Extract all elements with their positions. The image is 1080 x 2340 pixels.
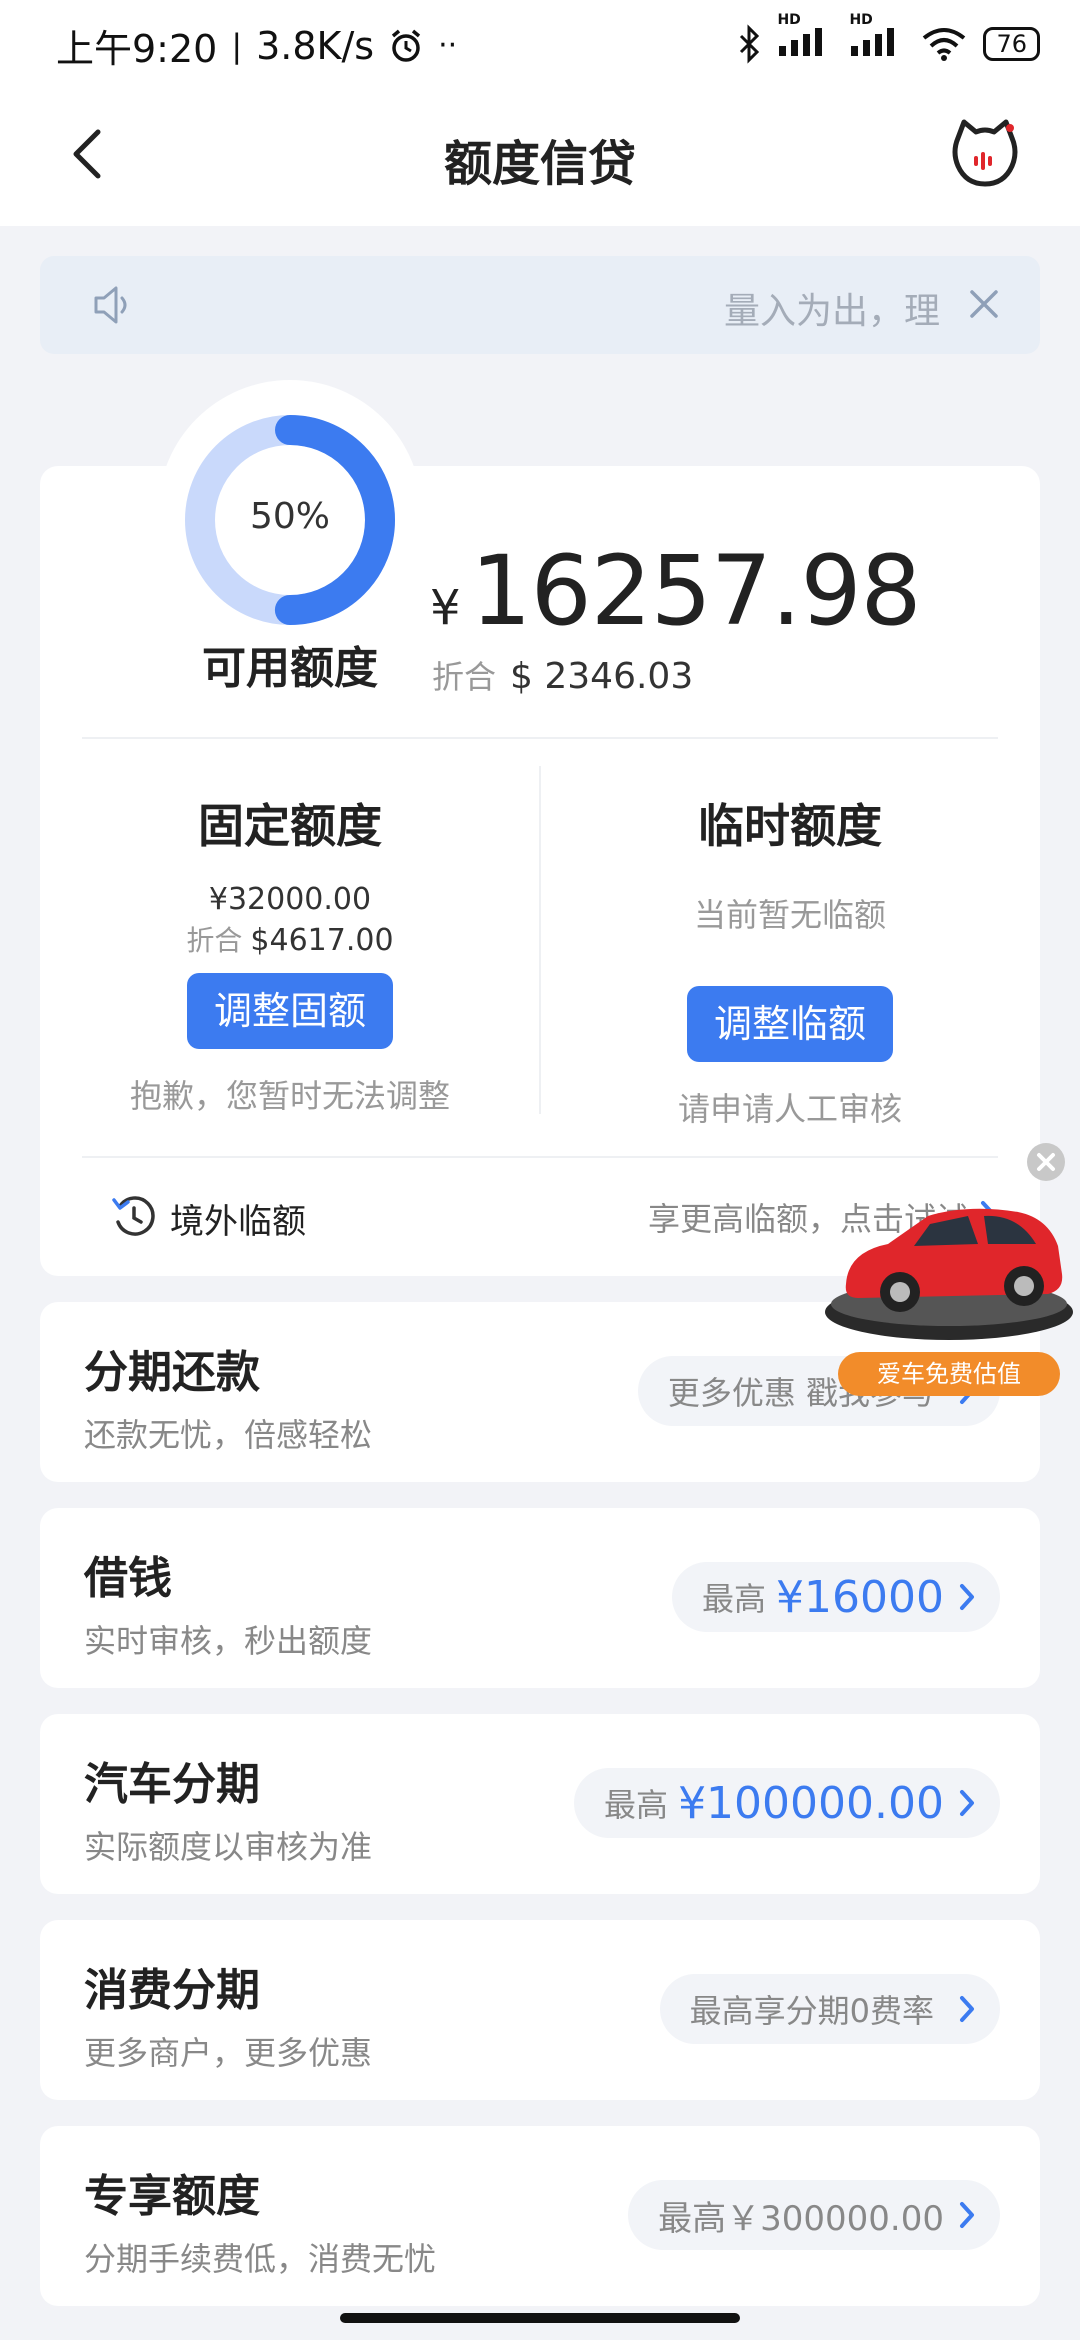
status-separator: | (231, 26, 243, 65)
product-subtitle: 更多商户，更多优惠 (84, 2034, 373, 2072)
temp-quota-note: 请申请人工审核 (677, 1090, 902, 1128)
product-card-car-installment[interactable]: 汽车分期 实际额度以审核为准 最高 ¥100000.00 (40, 1714, 1040, 1894)
product-title: 分期还款 (84, 1347, 260, 1398)
product-subtitle: 分期手续费低，消费无忧 (84, 2240, 437, 2278)
fixed-equiv-value: $4617.00 (250, 923, 394, 958)
available-credit-label: 可用额度 (202, 643, 378, 694)
available-amount: ¥ 16257.98 (430, 535, 922, 647)
divider (82, 737, 998, 739)
close-icon[interactable] (964, 284, 1004, 324)
signal-2: HD (849, 12, 905, 66)
speaker-icon (94, 286, 127, 324)
fixed-quota-title: 固定额度 (198, 799, 382, 853)
product-title: 汽车分期 (84, 1759, 260, 1810)
chevron-right-icon (960, 1790, 974, 1816)
fixed-equiv-label: 折合 (186, 924, 243, 957)
status-bar: 上午9:20 | 3.8K/s ·· HD HD 76 (0, 0, 1080, 90)
temp-quota-title: 临时额度 (698, 799, 882, 853)
equiv-value: $ 2346.03 (510, 656, 694, 697)
notice-banner[interactable]: 量入为出，理 (40, 256, 1040, 354)
overseas-quota-label: 境外临额 (170, 1202, 306, 1242)
signal-1: HD (777, 12, 833, 66)
adjust-fixed-quota-button[interactable]: 调整固额 (187, 973, 393, 1049)
amount-currency: ¥ (430, 580, 461, 636)
bluetooth-icon (740, 24, 760, 64)
product-subtitle: 还款无忧，倍感轻松 (84, 1416, 373, 1454)
clock-refresh-icon (112, 1196, 155, 1236)
hd-1-label: HD (777, 12, 801, 28)
ad-label: 爱车免费估值 (877, 1360, 1021, 1388)
pill-label: 最高 (702, 1580, 767, 1618)
equiv-label: 折合 (432, 658, 497, 696)
pill-label: 最高享分期0费率 (689, 1992, 934, 2030)
product-card-exclusive-quota[interactable]: 专享额度 分期手续费低，消费无忧 最高￥300000.00 (40, 2126, 1040, 2306)
ring-percent: 50% (249, 496, 330, 537)
battery-indicator: 76 (983, 27, 1040, 61)
product-subtitle: 实时审核，秒出额度 (84, 1622, 373, 1660)
chevron-right-icon (960, 2202, 974, 2228)
notice-text: 量入为出，理 (723, 291, 940, 332)
adjust-temp-quota-button[interactable]: 调整临额 (687, 986, 893, 1062)
pill-label: 最高 (604, 1786, 669, 1824)
alarm-icon (391, 29, 421, 62)
product-pill[interactable]: 最高 ¥100000.00 (574, 1768, 1000, 1838)
product-card-borrow[interactable]: 借钱 实时审核，秒出额度 最高 ¥16000 (40, 1508, 1040, 1688)
wifi-icon (923, 28, 966, 61)
pill-amount: ¥100000.00 (678, 1777, 944, 1829)
temp-quota-section: 临时额度 当前暂无临额 调整临额 请申请人工审核 (560, 790, 1020, 1130)
pill-amount: 最高￥300000.00 (658, 2198, 944, 2239)
status-right: HD HD 76 (737, 12, 1040, 66)
product-subtitle: 实际额度以审核为准 (84, 1828, 373, 1866)
status-left: 上午9:20 | 3.8K/s ·· (56, 18, 457, 73)
page-title: 额度信贷 (443, 136, 636, 192)
fixed-quota-section: 固定额度 ¥32000.00 折合 $4617.00 调整固额 抱歉，您暂时无法调… (60, 790, 520, 1117)
chevron-right-icon (960, 1584, 974, 1610)
temp-quota-status: 当前暂无临额 (693, 896, 886, 934)
status-time: 上午9:20 (56, 27, 218, 71)
product-pill[interactable]: 最高 ¥16000 (672, 1562, 1000, 1632)
fixed-quota-note: 抱歉，您暂时无法调整 (129, 1077, 450, 1115)
ad-close-icon[interactable] (1026, 1142, 1066, 1182)
nav-bar: 额度信贷 (0, 90, 1080, 226)
product-title: 专享额度 (84, 2171, 260, 2222)
product-pill[interactable]: 最高享分期0费率 (659, 1974, 1000, 2044)
amount-value: 16257.98 (470, 535, 922, 647)
cat-mascot-icon[interactable] (950, 118, 1020, 188)
pill-amount: ¥16000 (776, 1571, 944, 1623)
home-indicator[interactable] (340, 2313, 740, 2323)
status-more-dots: ·· (438, 28, 458, 63)
fixed-quota-amount: ¥32000.00 (208, 882, 372, 917)
product-pill[interactable]: 最高￥300000.00 (628, 2180, 1000, 2250)
chevron-right-icon (960, 1996, 974, 2022)
fixed-quota-equiv: 折合 $4617.00 (60, 919, 520, 959)
status-net-speed: 3.8K/s (256, 23, 375, 68)
product-title: 借钱 (84, 1553, 172, 1604)
divider-vertical (539, 766, 541, 1114)
equivalent-amount: 折合 $ 2346.03 (432, 652, 693, 698)
product-title: 消费分期 (84, 1965, 260, 2016)
hd-2-label: HD (849, 12, 873, 28)
product-card-consumer-installment[interactable]: 消费分期 更多商户，更多优惠 最高享分期0费率 (40, 1920, 1040, 2100)
